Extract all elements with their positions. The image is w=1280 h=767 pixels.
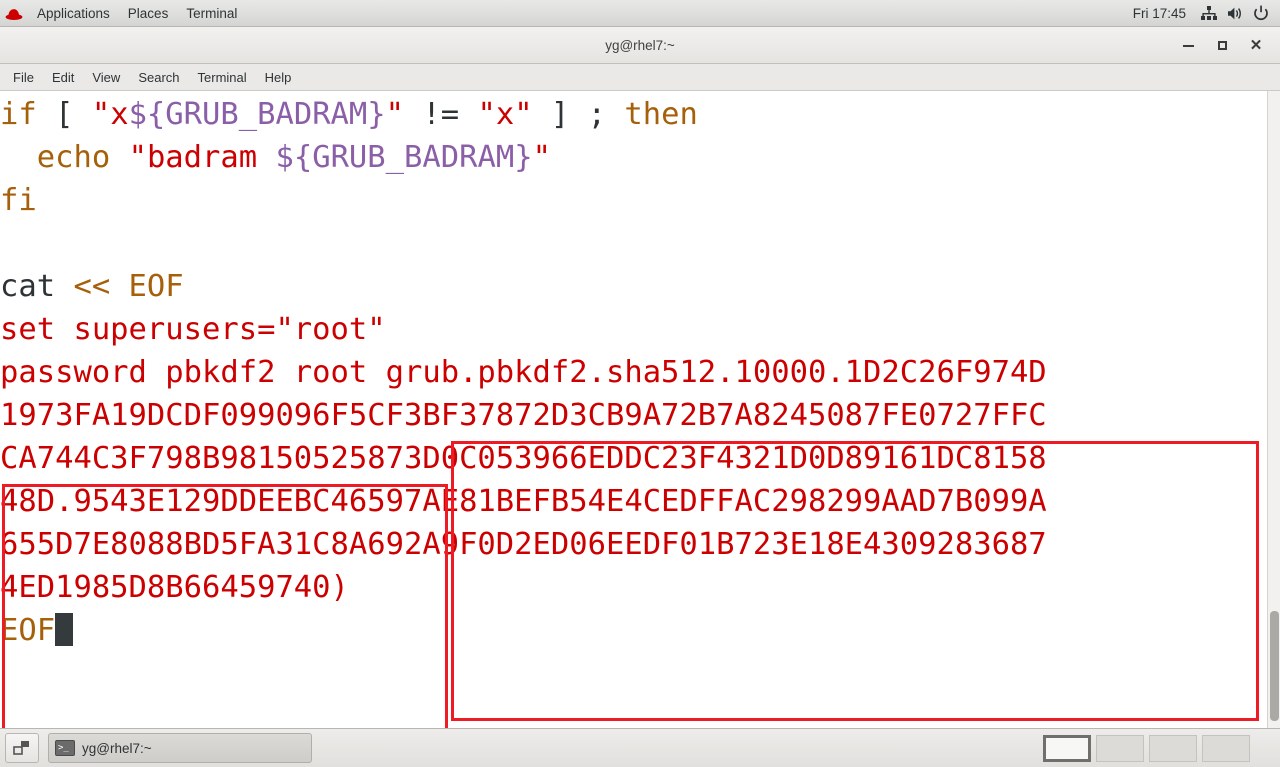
- redhat-fedora-glyph: [5, 8, 23, 20]
- network-glyph: [1201, 5, 1217, 20]
- workspace-4[interactable]: [1202, 734, 1250, 762]
- line-hash-4: 48D.9543E129DDEEBC46597AE81BEFB54E4CEDFF…: [0, 480, 1047, 523]
- panel-menu-applications[interactable]: Applications: [28, 0, 119, 27]
- code-span: EOF: [128, 269, 184, 304]
- line-hash-6: 4ED1985D8B66459740): [0, 566, 1047, 609]
- code-span: badram: [146, 140, 276, 175]
- vim-mode-indicator: -- INSERT --: [2, 720, 222, 728]
- code-span: ${GRUB_BADRAM}: [275, 140, 533, 175]
- volume-icon[interactable]: [1222, 0, 1248, 27]
- code-span: 4ED1985D8B66459740): [0, 570, 349, 605]
- menu-terminal[interactable]: Terminal: [189, 66, 256, 89]
- bottom-taskbar: >_ yg@rhel7:~: [0, 728, 1280, 767]
- taskbar-window-label: yg@rhel7:~: [82, 740, 152, 756]
- vim-status-line: -- INSERT -- 363,4 Bot: [0, 677, 1280, 728]
- panel-clock[interactable]: Fri 17:45: [1123, 6, 1196, 21]
- code-span: "x: [91, 97, 129, 132]
- code-span: [110, 140, 128, 175]
- network-icon[interactable]: [1196, 0, 1222, 27]
- line-fi: fi: [0, 179, 1047, 222]
- text-cursor: [55, 613, 74, 646]
- menu-file[interactable]: File: [4, 66, 43, 89]
- code-span: ${GRUB_BADRAM}: [128, 97, 386, 132]
- show-desktop-icon: [13, 741, 29, 755]
- code-span: then: [624, 97, 698, 132]
- minimize-button[interactable]: [1178, 36, 1198, 56]
- window-controls: ✕: [1178, 27, 1272, 64]
- line-hash-3: CA744C3F798B98150525873D0C053966EDDC23F4…: [0, 437, 1047, 480]
- workspace-3[interactable]: [1149, 734, 1197, 762]
- line-set-superusers: set superusers="root": [0, 308, 1047, 351]
- code-span: 48D.9543E129DDEEBC46597AE81BEFB54E4CEDFF…: [0, 484, 1047, 519]
- code-span: [0, 226, 18, 261]
- code-span: if: [0, 97, 37, 132]
- line-cat-heredoc: cat << EOF: [0, 265, 1047, 308]
- code-span: ": [532, 140, 551, 175]
- show-desktop-button[interactable]: [5, 733, 39, 763]
- line-if: if [ "x${GRUB_BADRAM}" != "x" ] ; then: [0, 93, 1047, 136]
- taskbar-window-button[interactable]: >_ yg@rhel7:~: [48, 733, 312, 763]
- code-span: [0, 140, 37, 175]
- line-password-pbkdf2: password pbkdf2 root grub.pbkdf2.sha512.…: [0, 351, 1047, 394]
- panel-status-area: Fri 17:45: [1123, 0, 1280, 27]
- code-span: ] ;: [532, 97, 625, 132]
- code-span: password pbkdf2 root grub.pbkdf2.sha512.…: [0, 355, 1047, 390]
- line-hash-5: 655D7E8088BD5FA31C8A692A9F0D2ED06EEDF01B…: [0, 523, 1047, 566]
- line-blank: [0, 222, 1047, 265]
- power-glyph: [1254, 5, 1268, 21]
- gnome-top-panel: Applications Places Terminal Fri 17:45: [0, 0, 1280, 27]
- code-span: "x": [477, 97, 533, 132]
- code-span: set superusers="root": [0, 312, 386, 347]
- terminal-menubar: File Edit View Search Terminal Help: [0, 64, 1280, 91]
- code-span: CA744C3F798B98150525873D0C053966EDDC23F4…: [0, 441, 1047, 476]
- line-eof: EOF: [0, 609, 1047, 652]
- code-span: ": [128, 140, 147, 175]
- maximize-icon: [1217, 41, 1227, 50]
- line-echo: echo "badram ${GRUB_BADRAM}": [0, 136, 1047, 179]
- code-span: ": [385, 97, 405, 132]
- terminal-text-area[interactable]: if [ "x${GRUB_BADRAM}" != "x" ] ; then e…: [0, 91, 1280, 728]
- panel-menu-places[interactable]: Places: [119, 0, 178, 27]
- menu-search[interactable]: Search: [129, 66, 188, 89]
- terminal-scrollbar[interactable]: [1267, 91, 1280, 728]
- code-span: !=: [404, 97, 478, 132]
- power-icon[interactable]: [1248, 0, 1274, 27]
- menu-help[interactable]: Help: [256, 66, 301, 89]
- code-span: <<: [55, 269, 129, 304]
- workspace-1[interactable]: [1043, 734, 1091, 762]
- code-span: cat: [0, 269, 56, 304]
- terminal-window: yg@rhel7:~ ✕ File Edit View Search Termi…: [0, 27, 1280, 728]
- workspace-2[interactable]: [1096, 734, 1144, 762]
- code-span: 1973FA19DCDF099096F5CF3BF37872D3CB9A72B7…: [0, 398, 1047, 433]
- terminal-icon: >_: [55, 740, 75, 756]
- maximize-button[interactable]: [1212, 36, 1232, 56]
- menu-edit[interactable]: Edit: [43, 66, 83, 89]
- redhat-fedora-logo-icon[interactable]: [0, 0, 28, 27]
- menu-view[interactable]: View: [83, 66, 129, 89]
- vim-buffer-lines: if [ "x${GRUB_BADRAM}" != "x" ] ; then e…: [0, 93, 1047, 652]
- minimize-icon: [1182, 44, 1194, 47]
- code-span: 655D7E8088BD5FA31C8A692A9F0D2ED06EEDF01B…: [0, 527, 1047, 562]
- window-titlebar[interactable]: yg@rhel7:~ ✕: [0, 27, 1280, 64]
- volume-glyph: [1227, 7, 1241, 19]
- window-title: yg@rhel7:~: [605, 37, 675, 53]
- close-button[interactable]: ✕: [1246, 36, 1266, 56]
- line-hash-2: 1973FA19DCDF099096F5CF3BF37872D3CB9A72B7…: [0, 394, 1047, 437]
- terminal-scrollbar-thumb[interactable]: [1270, 611, 1279, 721]
- workspace-switcher[interactable]: [1039, 732, 1254, 765]
- code-span: EOF: [0, 613, 56, 648]
- close-icon: ✕: [1249, 37, 1263, 54]
- code-span: [: [36, 97, 92, 132]
- code-span: fi: [0, 183, 37, 218]
- code-span: echo: [36, 140, 111, 175]
- panel-menu-terminal[interactable]: Terminal: [177, 0, 246, 27]
